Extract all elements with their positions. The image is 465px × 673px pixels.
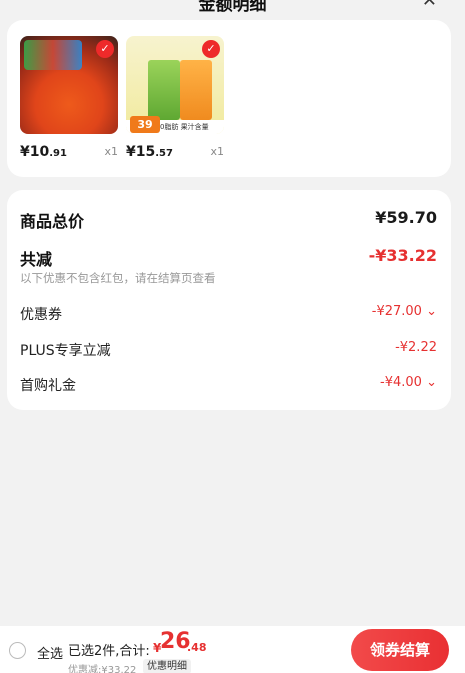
product-qty: x1 <box>104 145 118 158</box>
checkout-button[interactable]: 领券结算 <box>351 629 449 671</box>
discount-row-plus: PLUS专享立减 -¥2.22 <box>20 340 437 360</box>
selected-count: 已选2件,合计: <box>68 644 150 659</box>
product-price: ¥15.57 <box>126 144 173 160</box>
product-item[interactable]: ✓ ¥10.91 x1 <box>20 36 118 166</box>
total-row: 商品总价 ¥59.70 <box>20 208 437 231</box>
chevron-down-icon: ⌄ <box>426 304 437 319</box>
page-title: 金额明细 <box>198 0 267 14</box>
total-value: ¥59.70 <box>375 208 437 227</box>
reduce-note: 以下优惠不包含红包，请在结算页查看 <box>20 271 216 285</box>
discount-detail-button[interactable]: 优惠明细 <box>143 659 191 673</box>
close-icon[interactable]: ✕ <box>422 0 437 11</box>
saved-amount: 优惠减:¥33.22 <box>68 665 137 673</box>
product-image: ✓ <box>20 36 118 134</box>
check-icon[interactable]: ✓ <box>96 40 114 58</box>
select-all-radio[interactable] <box>9 642 26 659</box>
summary-card: 商品总价 ¥59.70 共减 -¥33.22 以下优惠不包含红包，请在结算页查看… <box>7 190 451 410</box>
product-price: ¥10.91 <box>20 144 67 160</box>
product-qty: x1 <box>210 145 224 158</box>
reduce-label: 共减 <box>20 250 53 269</box>
product-item[interactable]: 0脂肪 果汁含量100% 39 ✓ ¥15.57 x1 <box>126 36 224 166</box>
chevron-down-icon: ⌄ <box>426 375 437 390</box>
total-decimal: .48 <box>187 641 207 654</box>
check-icon[interactable]: ✓ <box>202 40 220 58</box>
discount-value: -¥4.00 ⌄ <box>380 375 437 390</box>
select-all-label[interactable]: 全选 <box>37 643 63 662</box>
total-label: 商品总价 <box>20 212 85 231</box>
discount-row-first[interactable]: 首购礼金 -¥4.00 ⌄ <box>20 375 437 395</box>
reduce-row: 共减 -¥33.22 以下优惠不包含红包，请在结算页查看 <box>20 246 437 286</box>
header: 金额明细 ✕ <box>0 0 465 14</box>
discount-label: PLUS专享立减 <box>20 343 111 359</box>
discount-value: -¥2.22 <box>395 340 437 355</box>
discount-label: 优惠券 <box>20 307 62 323</box>
discount-row-coupon[interactable]: 优惠券 -¥27.00 ⌄ <box>20 304 437 324</box>
bottom-bar: 全选 已选2件,合计: ¥ 26 .48 优惠减:¥33.22 优惠明细 领券结… <box>0 626 465 673</box>
discount-value: -¥27.00 ⌄ <box>371 304 437 319</box>
product-image: 0脂肪 果汁含量100% 39 ✓ <box>126 36 224 134</box>
products-card: ✓ ¥10.91 x1 0脂肪 果汁含量100% 39 ✓ ¥15.57 x1 <box>7 20 451 177</box>
reduce-value: -¥33.22 <box>368 246 437 265</box>
discount-label: 首购礼金 <box>20 378 76 394</box>
